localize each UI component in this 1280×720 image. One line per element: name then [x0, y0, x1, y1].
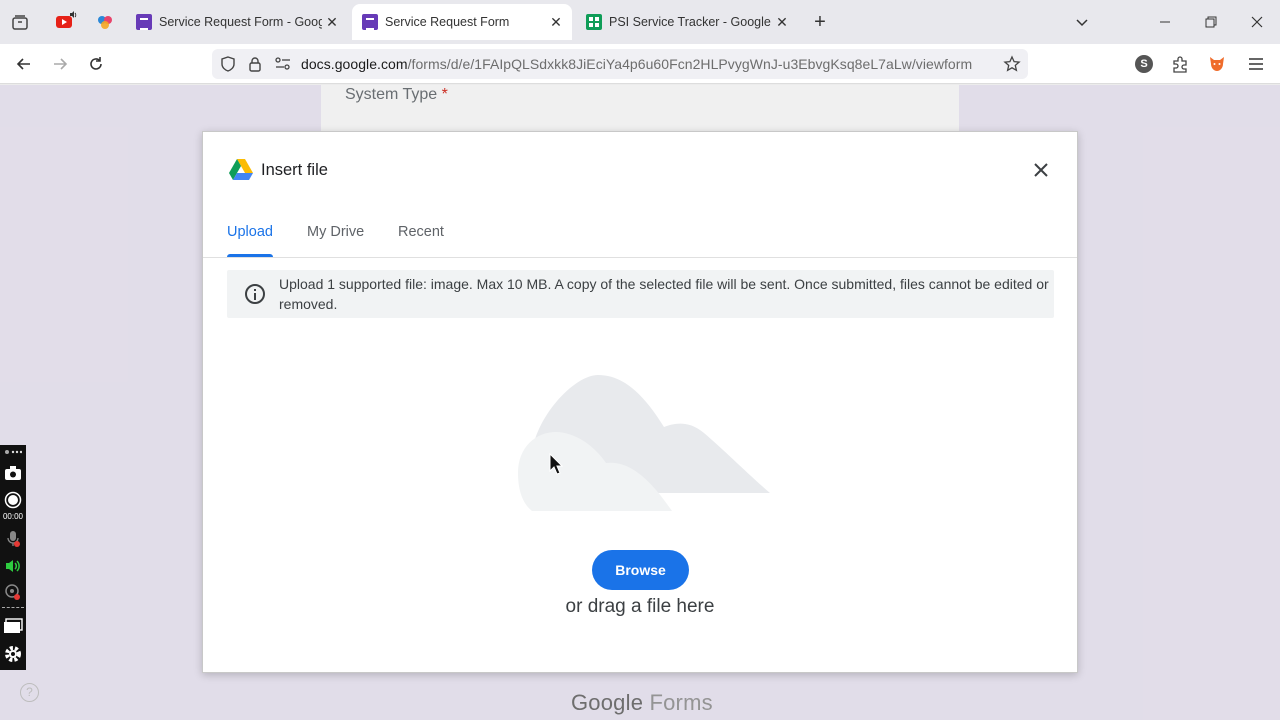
tab-list-chevron-icon[interactable] — [1070, 10, 1094, 34]
tab-service-request-form-1[interactable]: Service Request Form - Google ✕ — [126, 4, 348, 40]
record-button-icon[interactable] — [3, 490, 23, 510]
copilot-icon[interactable] — [93, 10, 117, 34]
upload-cloud-illustration — [514, 375, 770, 511]
tab-upload[interactable]: Upload — [227, 224, 273, 240]
tab-psi-service-tracker[interactable]: PSI Service Tracker - Google She ✕ — [576, 4, 798, 40]
restore-window-button[interactable] — [1199, 10, 1223, 34]
mouse-cursor-icon — [549, 452, 564, 475]
drag-drop-hint: or drag a file here — [565, 596, 715, 617]
recorder-handle-icon[interactable] — [3, 445, 23, 459]
screen-recorder-toolbar: 00:00 — [0, 445, 26, 670]
recorder-timer: 00:00 — [2, 512, 24, 521]
dialog-close-icon[interactable] — [1029, 158, 1053, 182]
url-path: /forms/d/e/1FAIpQLSdxkk8JiEciYa4p6u60Fcn… — [407, 56, 973, 72]
minimize-window-button[interactable] — [1153, 10, 1177, 34]
tab-overview-icon[interactable] — [8, 10, 32, 34]
url-text[interactable]: docs.google.com/forms/d/e/1FAIpQLSdxkk8J… — [301, 56, 972, 72]
insert-file-dialog: Insert file Upload My Drive Recent Uploa… — [202, 131, 1078, 673]
extensions-puzzle-icon[interactable] — [1168, 52, 1192, 76]
window-capture-icon[interactable] — [3, 616, 23, 636]
recorder-divider — [2, 607, 24, 608]
upload-info-banner: Upload 1 supported file: image. Max 10 M… — [227, 270, 1054, 318]
browser-toolbar: docs.google.com/forms/d/e/1FAIpQLSdxkk8J… — [0, 44, 1280, 84]
lock-icon[interactable] — [248, 56, 262, 77]
upload-info-text: Upload 1 supported file: image. Max 10 M… — [279, 276, 1049, 312]
tracking-protection-shield-icon[interactable] — [220, 56, 236, 77]
browser-tab-strip: Service Request Form - Google ✕ Service … — [0, 0, 1280, 44]
youtube-audio-tab-icon[interactable] — [54, 10, 78, 34]
google-drive-logo-icon — [228, 158, 254, 182]
camera-icon[interactable] — [3, 463, 23, 483]
tab-title: PSI Service Tracker - Google She — [609, 15, 772, 29]
close-tab-icon[interactable]: ✕ — [322, 12, 342, 32]
forward-button[interactable] — [48, 52, 72, 76]
speaker-on-icon[interactable] — [3, 556, 23, 576]
bookmark-star-icon[interactable] — [1003, 55, 1021, 78]
tab-recent[interactable]: Recent — [398, 224, 444, 240]
tab-my-drive[interactable]: My Drive — [307, 224, 364, 240]
browse-button[interactable]: Browse — [592, 550, 689, 590]
google-forms-favicon-icon — [362, 14, 378, 30]
close-tab-icon[interactable]: ✕ — [546, 12, 566, 32]
dialog-title: Insert file — [261, 161, 328, 179]
webcam-off-icon[interactable] — [3, 582, 23, 602]
profile-avatar[interactable]: S — [1132, 52, 1156, 76]
url-host: docs.google.com — [301, 56, 408, 72]
tab-title: Service Request Form - Google — [159, 15, 322, 29]
active-tab-indicator — [227, 254, 273, 257]
google-sheets-favicon-icon — [586, 14, 602, 30]
tab-title: Service Request Form — [385, 15, 510, 29]
info-icon — [245, 284, 265, 304]
close-window-button[interactable] — [1245, 10, 1269, 34]
tab-service-request-form-active[interactable]: Service Request Form ✕ — [352, 4, 572, 40]
profile-letter: S — [1135, 55, 1153, 73]
recorder-settings-gear-icon[interactable] — [3, 644, 23, 664]
close-tab-icon[interactable]: ✕ — [772, 12, 792, 32]
app-menu-icon[interactable] — [1244, 52, 1268, 76]
google-forms-favicon-icon — [136, 14, 152, 30]
site-permissions-icon[interactable] — [275, 57, 291, 76]
fox-extension-icon[interactable] — [1205, 52, 1229, 76]
microphone-muted-icon[interactable] — [3, 529, 23, 549]
reload-button[interactable] — [84, 52, 108, 76]
dialog-tab-bar: Upload My Drive Recent — [203, 212, 1077, 258]
new-tab-button[interactable]: + — [808, 10, 832, 34]
address-bar[interactable]: docs.google.com/forms/d/e/1FAIpQLSdxkk8J… — [212, 49, 1028, 79]
back-button[interactable] — [12, 52, 36, 76]
